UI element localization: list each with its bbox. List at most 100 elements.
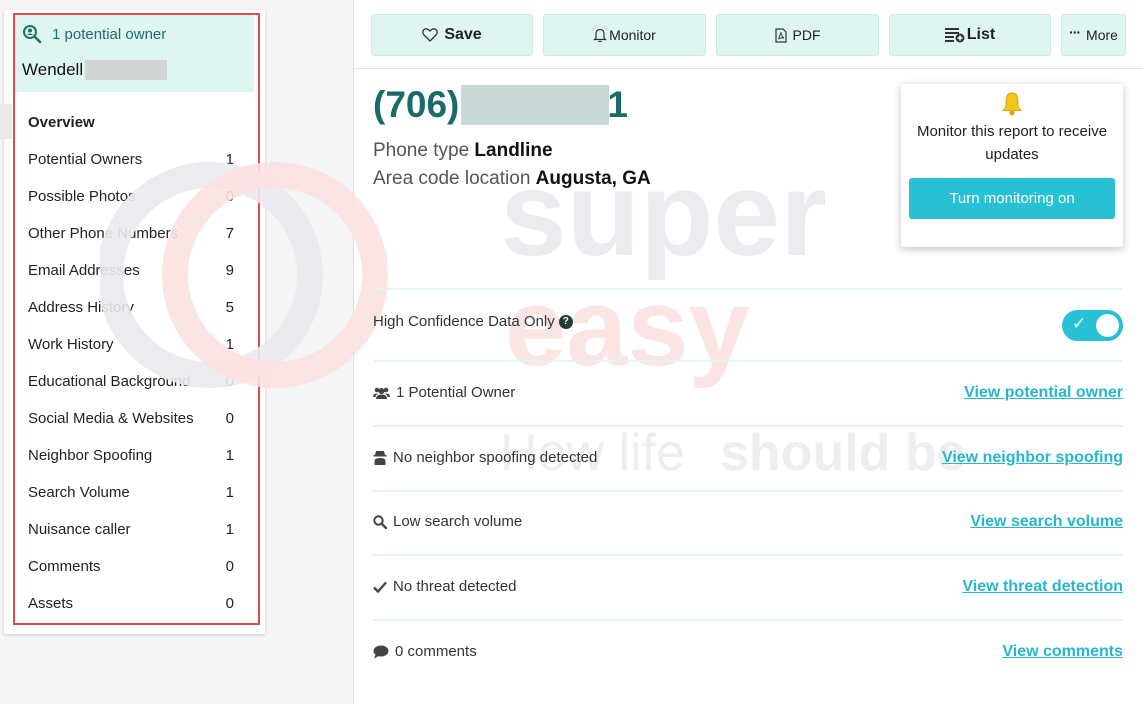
sidebar-item-label: Social Media & Websites bbox=[28, 410, 194, 427]
sidebar-item-other-phone-numbers[interactable]: Other Phone Numbers 7 bbox=[16, 215, 242, 252]
sidebar-item-count: 1 bbox=[225, 521, 234, 538]
sidebar-item-work-history[interactable]: Work History 1 bbox=[16, 326, 242, 363]
sidebar-item-neighbor-spoofing[interactable]: Neighbor Spoofing 1 bbox=[16, 437, 242, 474]
sidebar-item-label: Work History bbox=[28, 336, 114, 353]
search-volume-row: Low search volume bbox=[373, 513, 522, 530]
redacted-digits bbox=[461, 85, 610, 125]
sidebar-item-label: Educational Background bbox=[28, 373, 191, 390]
sidebar-item-overview[interactable]: Overview bbox=[16, 104, 242, 141]
search-volume-text: Low search volume bbox=[393, 513, 523, 530]
area-code-location: Area code location Augusta, GA bbox=[373, 168, 651, 190]
sidebar-item-label: Other Phone Numbers bbox=[28, 225, 179, 242]
sidebar-item-label: Search Volume bbox=[28, 484, 130, 501]
monitor-button[interactable]: Monitor bbox=[543, 14, 706, 56]
save-button[interactable]: Save bbox=[371, 14, 533, 56]
search-icon bbox=[373, 514, 387, 529]
owner-summary[interactable]: 1 potential owner Wendell bbox=[14, 14, 254, 92]
high-confidence-text: High Confidence Data Only bbox=[373, 313, 555, 330]
sidebar-item-count: 0 bbox=[225, 595, 234, 612]
threat-row: No threat detected bbox=[373, 578, 516, 595]
sidebar-item-label: Assets bbox=[28, 595, 74, 612]
bell-icon bbox=[593, 28, 608, 42]
sidebar-item-label: Comments bbox=[28, 558, 101, 575]
left-panel: 1 potential owner Wendell Overview Poten… bbox=[0, 0, 354, 704]
sidebar-item-potential-owners[interactable]: Potential Owners 1 bbox=[16, 141, 242, 178]
sidebar-item-label: Potential Owners bbox=[28, 151, 143, 168]
sidebar-item-count: 0 bbox=[225, 188, 234, 205]
area-code-label: Area code location bbox=[373, 168, 531, 189]
high-confidence-toggle[interactable]: ✓ bbox=[1062, 310, 1123, 341]
sidebar-item-label: Address History bbox=[28, 299, 134, 316]
add-to-list-icon bbox=[944, 28, 965, 43]
neighbor-spoofing-text: No neighbor spoofing detected bbox=[393, 449, 598, 466]
sidebar-nav: Overview Potential Owners 1 Possible Pho… bbox=[16, 104, 242, 622]
sidebar-item-label: Email Addresses bbox=[28, 262, 140, 279]
spy-icon bbox=[373, 451, 387, 465]
monitor-popup: Monitor this report to receive updates T… bbox=[901, 84, 1123, 247]
phone-type: Phone type Landline bbox=[373, 140, 553, 162]
turn-monitoring-on-button[interactable]: Turn monitoring on bbox=[909, 178, 1115, 219]
phone-type-value: Landline bbox=[474, 140, 553, 161]
more-button[interactable]: ··· More bbox=[1061, 14, 1126, 56]
view-search-volume-link[interactable]: View search volume bbox=[970, 513, 1123, 531]
row-divider bbox=[373, 288, 1123, 290]
pdf-button[interactable]: PDF bbox=[716, 14, 879, 56]
list-button[interactable]: List bbox=[889, 14, 1051, 56]
sidebar-item-count: 1 bbox=[225, 484, 234, 501]
toggle-knob bbox=[1096, 314, 1119, 337]
sidebar-item-count: 1 bbox=[225, 336, 234, 353]
sidebar-item-search-volume[interactable]: Search Volume 1 bbox=[16, 474, 242, 511]
more-label: More bbox=[1086, 27, 1118, 43]
phone-type-label: Phone type bbox=[373, 140, 470, 161]
phone-prefix: (706) bbox=[373, 84, 460, 125]
sidebar-item-count: 5 bbox=[225, 299, 234, 316]
search-person-icon bbox=[23, 25, 42, 44]
help-icon[interactable]: ? bbox=[558, 314, 573, 329]
sidebar-item-social-media[interactable]: Social Media & Websites 0 bbox=[16, 400, 242, 437]
sidebar-item-label: Nuisance caller bbox=[28, 521, 131, 538]
sidebar-item-count: 7 bbox=[225, 225, 234, 242]
watermark-tagline-right: should be bbox=[720, 424, 966, 482]
owner-count-line: 1 potential owner bbox=[22, 24, 166, 44]
sidebar-item-count: 0 bbox=[225, 373, 234, 390]
heart-icon bbox=[422, 28, 439, 42]
row-divider bbox=[373, 360, 1123, 362]
monitor-popup-text: Monitor this report to receive updates bbox=[916, 123, 1108, 163]
pdf-label: PDF bbox=[792, 27, 821, 43]
view-potential-owner-link[interactable]: View potential owner bbox=[964, 384, 1123, 402]
view-threat-detection-link[interactable]: View threat detection bbox=[962, 578, 1123, 596]
sidebar-item-count: 1 bbox=[225, 151, 234, 168]
sidebar-item-count: 0 bbox=[225, 558, 234, 575]
comments-text: 0 comments bbox=[395, 643, 477, 660]
owner-first-name: Wendell bbox=[22, 60, 84, 79]
bell-icon bbox=[1001, 92, 1023, 116]
potential-owner-text: 1 Potential Owner bbox=[396, 384, 516, 401]
sidebar-item-assets[interactable]: Assets 0 bbox=[16, 585, 242, 622]
threat-text: No threat detected bbox=[393, 578, 517, 595]
list-label: List bbox=[966, 26, 996, 43]
sidebar-item-possible-photos[interactable]: Possible Photos 0 bbox=[16, 178, 242, 215]
sidebar-item-email-addresses[interactable]: Email Addresses 9 bbox=[16, 252, 242, 289]
potential-owner-row: 1 Potential Owner bbox=[373, 384, 515, 401]
sidebar-item-label: Overview bbox=[28, 114, 95, 131]
sidebar-item-nuisance-caller[interactable]: Nuisance caller 1 bbox=[16, 511, 242, 548]
sidebar-item-count: 1 bbox=[225, 447, 234, 464]
view-neighbor-spoofing-link[interactable]: View neighbor spoofing bbox=[942, 449, 1123, 467]
owner-count-label: 1 potential owner bbox=[52, 25, 167, 43]
sidebar-item-label: Possible Photos bbox=[28, 188, 136, 205]
view-comments-link[interactable]: View comments bbox=[1002, 643, 1123, 661]
row-divider bbox=[373, 619, 1123, 621]
row-divider bbox=[373, 554, 1123, 556]
row-divider bbox=[373, 490, 1123, 492]
sidebar-item-educational-background[interactable]: Educational Background 0 bbox=[16, 363, 242, 400]
users-icon bbox=[373, 387, 390, 399]
check-icon: ✓ bbox=[1072, 314, 1087, 333]
check-icon bbox=[373, 581, 387, 593]
comments-row: 0 comments bbox=[373, 643, 477, 660]
pdf-file-icon bbox=[774, 27, 787, 43]
monitor-label: Monitor bbox=[609, 27, 656, 43]
high-confidence-label: High Confidence Data Only ? bbox=[373, 313, 573, 330]
area-code-value: Augusta, GA bbox=[535, 168, 651, 189]
sidebar-item-comments[interactable]: Comments 0 bbox=[16, 548, 242, 585]
sidebar-item-address-history[interactable]: Address History 5 bbox=[16, 289, 242, 326]
